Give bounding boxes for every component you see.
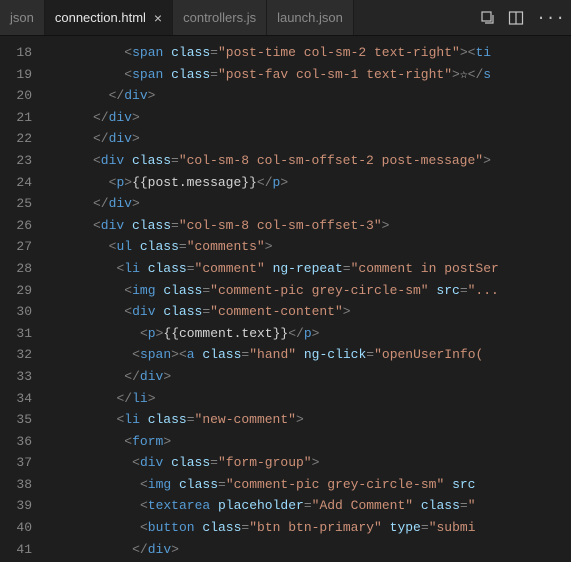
tab-json[interactable]: json — [0, 0, 45, 35]
tab-controllers-js[interactable]: controllers.js — [173, 0, 267, 35]
line-number: 41 — [0, 539, 46, 561]
code-line: <li class="new-comment"> — [46, 409, 571, 431]
code-line: <img class="comment-pic grey-circle-sm" … — [46, 280, 571, 302]
line-number: 19 — [0, 64, 46, 86]
line-number: 21 — [0, 107, 46, 129]
code-line: </li> — [46, 388, 571, 410]
line-number: 29 — [0, 280, 46, 302]
code-line: <div class="form-group"> — [46, 452, 571, 474]
line-number: 40 — [0, 517, 46, 539]
tab-label: connection.html — [55, 10, 146, 25]
tab-bar: json connection.html × controllers.js la… — [0, 0, 571, 36]
line-number: 26 — [0, 215, 46, 237]
tab-launch-json[interactable]: launch.json — [267, 0, 354, 35]
line-number: 39 — [0, 495, 46, 517]
tab-label: json — [10, 10, 34, 25]
code-line: <ul class="comments"> — [46, 236, 571, 258]
code-line: <div class="col-sm-8 col-sm-offset-2 pos… — [46, 150, 571, 172]
code-line: <p>{{post.message}}</p> — [46, 172, 571, 194]
code-line: </div> — [46, 539, 571, 561]
code-line: <form> — [46, 431, 571, 453]
tab-label: controllers.js — [183, 10, 256, 25]
line-number: 18 — [0, 42, 46, 64]
line-number: 25 — [0, 193, 46, 215]
code-line: <span class="post-fav col-sm-1 text-righ… — [46, 64, 571, 86]
tab-label: launch.json — [277, 10, 343, 25]
code-line: </div> — [46, 128, 571, 150]
code-line: <span class="post-time col-sm-2 text-rig… — [46, 42, 571, 64]
code-line: <textarea placeholder="Add Comment" clas… — [46, 495, 571, 517]
diff-icon[interactable] — [480, 10, 496, 26]
line-number: 38 — [0, 474, 46, 496]
code-line: </div> — [46, 107, 571, 129]
code-line: <img class="comment-pic grey-circle-sm" … — [46, 474, 571, 496]
editor: 1819202122232425262728293031323334353637… — [0, 36, 571, 562]
line-number: 33 — [0, 366, 46, 388]
line-number-gutter: 1819202122232425262728293031323334353637… — [0, 36, 46, 562]
line-number: 37 — [0, 452, 46, 474]
line-number: 32 — [0, 344, 46, 366]
line-number: 28 — [0, 258, 46, 280]
line-number: 22 — [0, 128, 46, 150]
close-icon[interactable]: × — [154, 10, 162, 26]
tab-actions: ··· — [474, 10, 571, 26]
split-editor-icon[interactable] — [508, 10, 524, 26]
code-line: <div class="col-sm-8 col-sm-offset-3"> — [46, 215, 571, 237]
code-line: <li class="comment" ng-repeat="comment i… — [46, 258, 571, 280]
code-line: </div> — [46, 85, 571, 107]
tab-connection-html[interactable]: connection.html × — [45, 0, 173, 35]
line-number: 23 — [0, 150, 46, 172]
code-line: </div> — [46, 366, 571, 388]
line-number: 35 — [0, 409, 46, 431]
line-number: 27 — [0, 236, 46, 258]
code-line: <span><a class="hand" ng-click="openUser… — [46, 344, 571, 366]
code-area[interactable]: <span class="post-time col-sm-2 text-rig… — [46, 36, 571, 562]
code-line: <button class="btn btn-primary" type="su… — [46, 517, 571, 539]
line-number: 30 — [0, 301, 46, 323]
code-line: <p>{{comment.text}}</p> — [46, 323, 571, 345]
line-number: 31 — [0, 323, 46, 345]
code-line: <div class="comment-content"> — [46, 301, 571, 323]
line-number: 20 — [0, 85, 46, 107]
line-number: 34 — [0, 388, 46, 410]
more-icon[interactable]: ··· — [536, 10, 565, 26]
line-number: 24 — [0, 172, 46, 194]
code-line: </div> — [46, 193, 571, 215]
line-number: 36 — [0, 431, 46, 453]
